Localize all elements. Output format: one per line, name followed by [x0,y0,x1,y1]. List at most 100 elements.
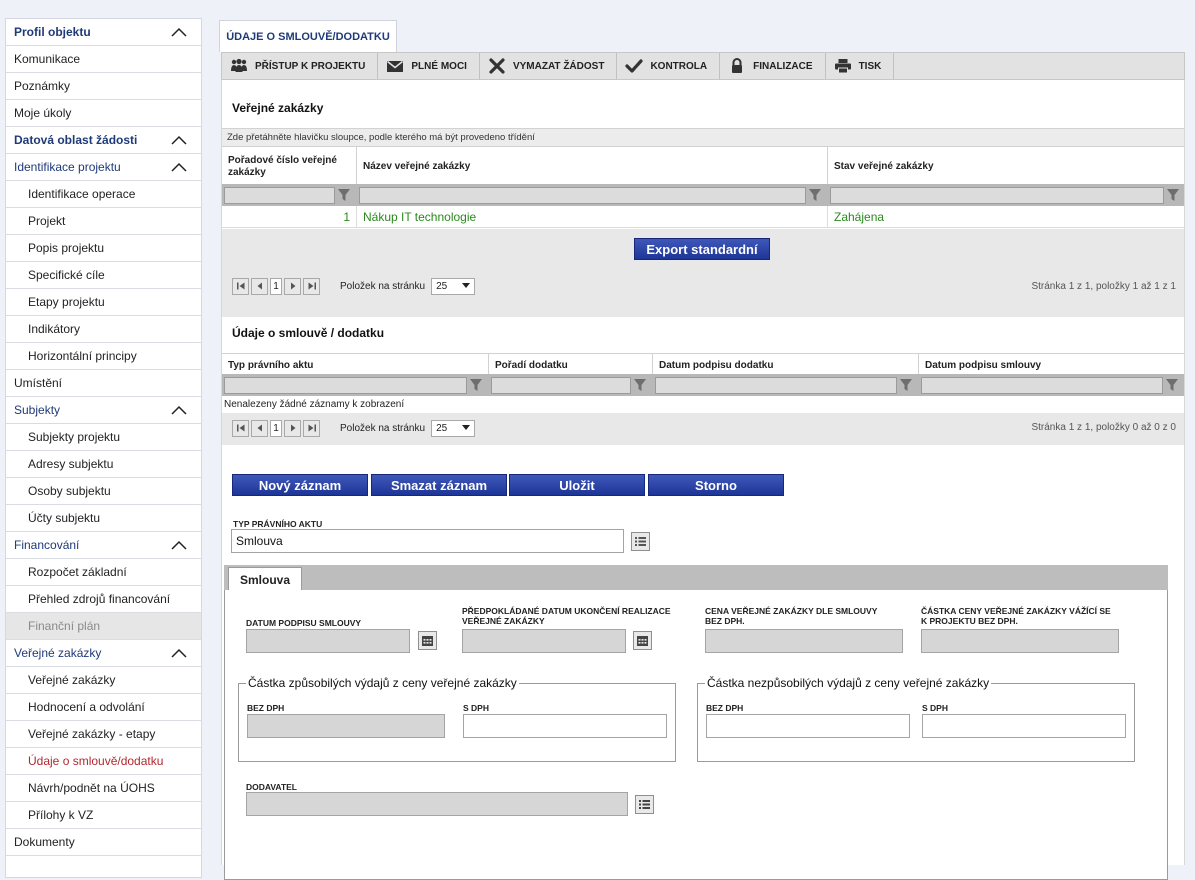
sidebar-item-rozpocet-zakladni[interactable]: Rozpočet základní [6,559,201,586]
col-amendment-date[interactable]: Datum podpisu dodatku [653,354,919,374]
sidebar-item-indikatory[interactable]: Indikátory [6,316,201,343]
chevron-up-icon[interactable] [171,162,187,172]
sidebar-item-komunikace[interactable]: Komunikace [6,46,201,73]
tab-udaje-o-smlouve[interactable]: ÚDAJE O SMLOUVĚ/DODATKU [219,20,397,52]
sidebar-item-hodnoceni-a-odvolani[interactable]: Hodnocení a odvolání [6,694,201,721]
supplier-label: DODAVATEL [246,782,297,792]
funnel-icon[interactable] [1165,378,1179,392]
first-page-button[interactable] [232,419,249,437]
filter-legal-act-type[interactable] [224,376,467,394]
sidebar-item-prilohy-k-vz[interactable]: Přílohy k VZ [6,802,201,829]
table-row[interactable]: 1 Nákup IT technologie Zahájena [222,206,1184,228]
sidebar-item-poznamky[interactable]: Poznámky [6,73,201,100]
sidebar-item-verejne-zakazky[interactable]: Veřejné zakázky [6,640,201,667]
delete-record-button[interactable]: Smazat záznam [371,474,507,496]
legal-act-type-input[interactable]: Smlouva [231,529,624,553]
filter-amendment-order[interactable] [491,376,631,394]
grid1-pager: 1 Položek na stránku 25 [232,276,476,296]
per-page-select[interactable]: 25 [431,419,476,437]
sidebar-item-dokumenty[interactable]: Dokumenty [6,829,201,856]
sidebar-item-moje-ukoly[interactable]: Moje úkoly [6,100,201,127]
subtab-smlouva[interactable]: Smlouva [228,567,302,591]
sidebar-item-ucty-subjektu[interactable]: Účty subjektu [6,505,201,532]
end-date-calendar-button[interactable] [633,631,652,650]
export-standard-button[interactable]: Export standardní [634,238,770,260]
chevron-up-icon[interactable] [171,27,187,37]
sidebar-item-profil-objektu[interactable]: Profil objektu [6,19,201,46]
sidebar-item-osoby-subjektu[interactable]: Osoby subjektu [6,478,201,505]
ineligible-bez-dph-input[interactable] [706,714,910,738]
funnel-icon[interactable] [337,188,351,202]
price-input[interactable] [705,629,903,653]
filter-contract-number[interactable] [224,186,335,204]
col-contract-name[interactable]: Název veřejné zakázky [357,147,828,184]
per-page-select[interactable]: 25 [431,277,476,295]
funnel-icon[interactable] [1166,188,1180,202]
sidebar-item-navrh-podnet-na-uohs[interactable]: Návrh/podnět na ÚOHS [6,775,201,802]
check-button[interactable]: KONTROLA [617,53,721,79]
col-contract-number[interactable]: Pořadové číslo veřejné zakázky [222,147,357,184]
sidebar-item-verejne-zakazky-etapy[interactable]: Veřejné zakázky - etapy [6,721,201,748]
filter-contract-state[interactable] [830,186,1164,204]
funnel-icon[interactable] [899,378,913,392]
end-date-input[interactable] [462,629,626,653]
col-amendment-order[interactable]: Pořadí dodatku [489,354,653,374]
sidebar-item-financni-plan[interactable]: Finanční plán [6,613,201,640]
last-page-button[interactable] [303,277,320,295]
filter-amendment-date[interactable] [655,376,897,394]
funnel-icon[interactable] [808,188,822,202]
chevron-up-icon[interactable] [171,540,187,550]
sidebar-item-etapy-projektu[interactable]: Etapy projektu [6,289,201,316]
power-of-attorney-button[interactable]: PLNÉ MOCI [378,53,480,79]
first-page-button[interactable] [232,277,249,295]
sidebar-item-datova-oblast-zadosti[interactable]: Datová oblast žádosti [6,127,201,154]
supplier-picker-button[interactable] [635,795,654,814]
current-page[interactable]: 1 [270,277,282,295]
access-button[interactable]: PŘÍSTUP K PROJEKTU [222,53,379,79]
cancel-button[interactable]: Storno [648,474,784,496]
eligible-s-dph-input[interactable] [463,714,667,738]
next-page-button[interactable] [284,277,301,295]
sidebar-item-verejne-zakazky[interactable]: Veřejné zakázky [6,667,201,694]
last-page-button[interactable] [303,419,320,437]
chevron-up-icon[interactable] [171,135,187,145]
sidebar-item-subjekty[interactable]: Subjekty [6,397,201,424]
sidebar-item-financovani[interactable]: Financování [6,532,201,559]
filter-contract-date[interactable] [921,376,1163,394]
prev-page-button[interactable] [251,277,268,295]
new-record-button[interactable]: Nový záznam [232,474,368,496]
funnel-icon[interactable] [469,378,483,392]
next-page-button[interactable] [284,419,301,437]
eligible-bez-dph-input[interactable] [247,714,445,738]
sidebar-item-horizontalni-principy[interactable]: Horizontální principy [6,343,201,370]
sidebar-item-popis-projektu[interactable]: Popis projektu [6,235,201,262]
funnel-icon[interactable] [633,378,647,392]
sidebar-item-projekt[interactable]: Projekt [6,208,201,235]
col-legal-act-type[interactable]: Typ právního aktu [222,354,489,374]
ineligible-s-dph-input[interactable] [922,714,1126,738]
sidebar-item-prehled-zdroju-financovani[interactable]: Přehled zdrojů financování [6,586,201,613]
list-picker-button[interactable] [631,532,650,551]
supplier-input[interactable] [246,792,628,816]
sidebar-item-umisteni[interactable]: Umístění [6,370,201,397]
prev-page-button[interactable] [251,419,268,437]
sidebar-item-identifikace-operace[interactable]: Identifikace operace [6,181,201,208]
print-button[interactable]: TISK [826,53,895,79]
chevron-up-icon[interactable] [171,648,187,658]
sidebar-item-subjekty-projektu[interactable]: Subjekty projektu [6,424,201,451]
sidebar-item-identifikace-projektu[interactable]: Identifikace projektu [6,154,201,181]
current-page[interactable]: 1 [270,419,282,437]
signature-date-input[interactable] [246,629,410,653]
signature-date-calendar-button[interactable] [418,631,437,650]
project-price-input[interactable] [921,629,1119,653]
delete-application-button[interactable]: VYMAZAT ŽÁDOST [480,53,618,79]
filter-contract-name[interactable] [359,186,806,204]
col-contract-date[interactable]: Datum podpisu smlouvy [919,354,1184,374]
col-contract-state[interactable]: Stav veřejné zakázky [828,147,1184,184]
finalize-button[interactable]: FINALIZACE [720,53,826,79]
chevron-up-icon[interactable] [171,405,187,415]
save-button[interactable]: Uložit [509,474,645,496]
sidebar-item-specificke-cile[interactable]: Specifické cíle [6,262,201,289]
sidebar-item-udaje-o-smlouve-dodatku[interactable]: Údaje o smlouvě/dodatku [6,748,201,775]
sidebar-item-adresy-subjektu[interactable]: Adresy subjektu [6,451,201,478]
